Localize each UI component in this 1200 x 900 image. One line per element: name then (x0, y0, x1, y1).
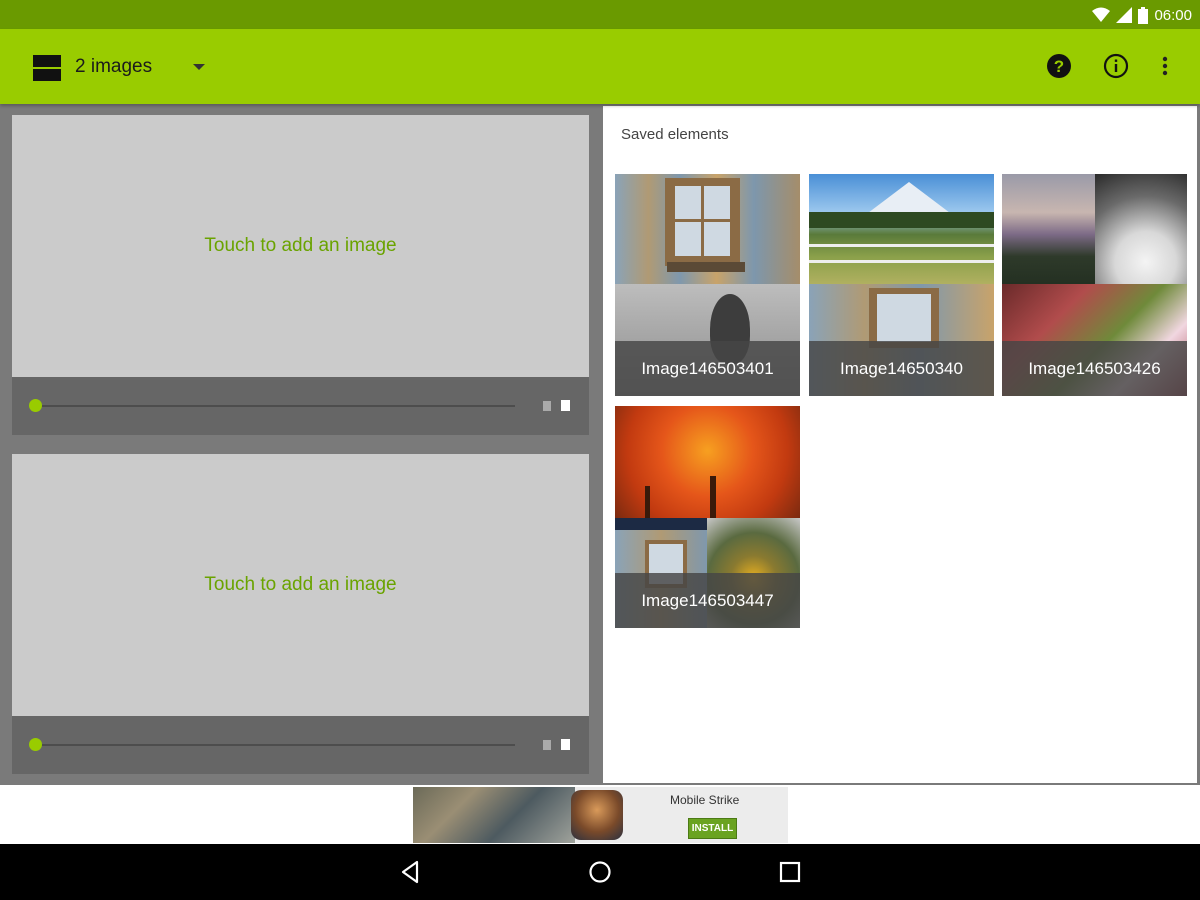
ad-banner[interactable]: Mobile Strike INSTALL (413, 787, 788, 843)
saved-item[interactable]: Image146503447 (615, 406, 800, 628)
saved-elements-panel: Saved elements Image146503401 Image14650… (603, 106, 1197, 783)
small-size-icon[interactable] (543, 740, 551, 750)
recents-icon[interactable] (776, 858, 804, 886)
system-nav-bar (0, 844, 1200, 900)
battery-icon (1138, 6, 1149, 24)
image-count-spinner[interactable]: 2 images (75, 51, 152, 83)
add-image-hint: Touch to add an image (204, 235, 397, 256)
ad-banner-bar: Mobile Strike INSTALL (0, 785, 1200, 844)
large-size-icon[interactable] (561, 739, 570, 750)
image-slot-1: Touch to add an image (12, 115, 589, 435)
saved-item-label: Image146503426 (1002, 341, 1187, 396)
saved-elements-title: Saved elements (621, 126, 729, 143)
app-toolbar: 2 images ? (0, 29, 1200, 104)
small-size-icon[interactable] (543, 401, 551, 411)
sunset-landscape-photo (1002, 174, 1095, 284)
status-time: 06:00 (1154, 6, 1192, 24)
mountain-meadow-photo (809, 174, 994, 284)
saved-item[interactable]: Image14650340 (809, 174, 994, 396)
saved-item-label: Image146503401 (615, 341, 800, 396)
back-icon[interactable] (396, 858, 424, 886)
image-slot-2: Touch to add an image (12, 454, 589, 774)
saved-item[interactable]: Image146503426 (1002, 174, 1187, 396)
status-bar: 06:00 (0, 0, 1200, 29)
slider-track[interactable] (35, 405, 515, 407)
add-image-area[interactable]: Touch to add an image (12, 115, 589, 377)
info-icon[interactable] (1103, 53, 1129, 79)
slider-thumb[interactable] (29, 399, 42, 412)
large-size-icon[interactable] (561, 400, 570, 411)
slider-thumb[interactable] (29, 738, 42, 751)
ad-app-icon (571, 790, 623, 840)
more-vert-icon[interactable] (1152, 53, 1178, 79)
status-icons: 06:00 (1092, 5, 1192, 25)
image-slots-pane: Touch to add an image Touch to add an im… (0, 104, 601, 785)
add-image-area[interactable]: Touch to add an image (12, 454, 589, 716)
ad-app-name: Mobile Strike (670, 793, 740, 807)
slider-track[interactable] (35, 744, 515, 746)
two-rows-layout-icon[interactable] (33, 53, 61, 81)
signal-icon (1116, 7, 1133, 23)
image-count-title: 2 images (75, 56, 153, 77)
saved-item[interactable]: Image146503401 (615, 174, 800, 396)
ad-game-screenshot (413, 787, 575, 843)
add-image-hint: Touch to add an image (204, 574, 397, 595)
slot-controls (12, 716, 589, 774)
dropdown-arrow-icon[interactable] (193, 64, 205, 70)
home-icon[interactable] (586, 858, 614, 886)
ad-install-button[interactable]: INSTALL (688, 818, 737, 839)
barn-window-photo (615, 174, 800, 284)
autumn-tree-photo (615, 406, 800, 518)
svg-text:?: ? (1054, 57, 1064, 76)
slot-controls (12, 377, 589, 435)
bee-daisy-photo (1095, 174, 1187, 284)
saved-item-label: Image14650340 (809, 341, 994, 396)
help-icon[interactable]: ? (1046, 53, 1072, 79)
saved-item-label: Image146503447 (615, 573, 800, 628)
wifi-icon (1092, 7, 1111, 22)
